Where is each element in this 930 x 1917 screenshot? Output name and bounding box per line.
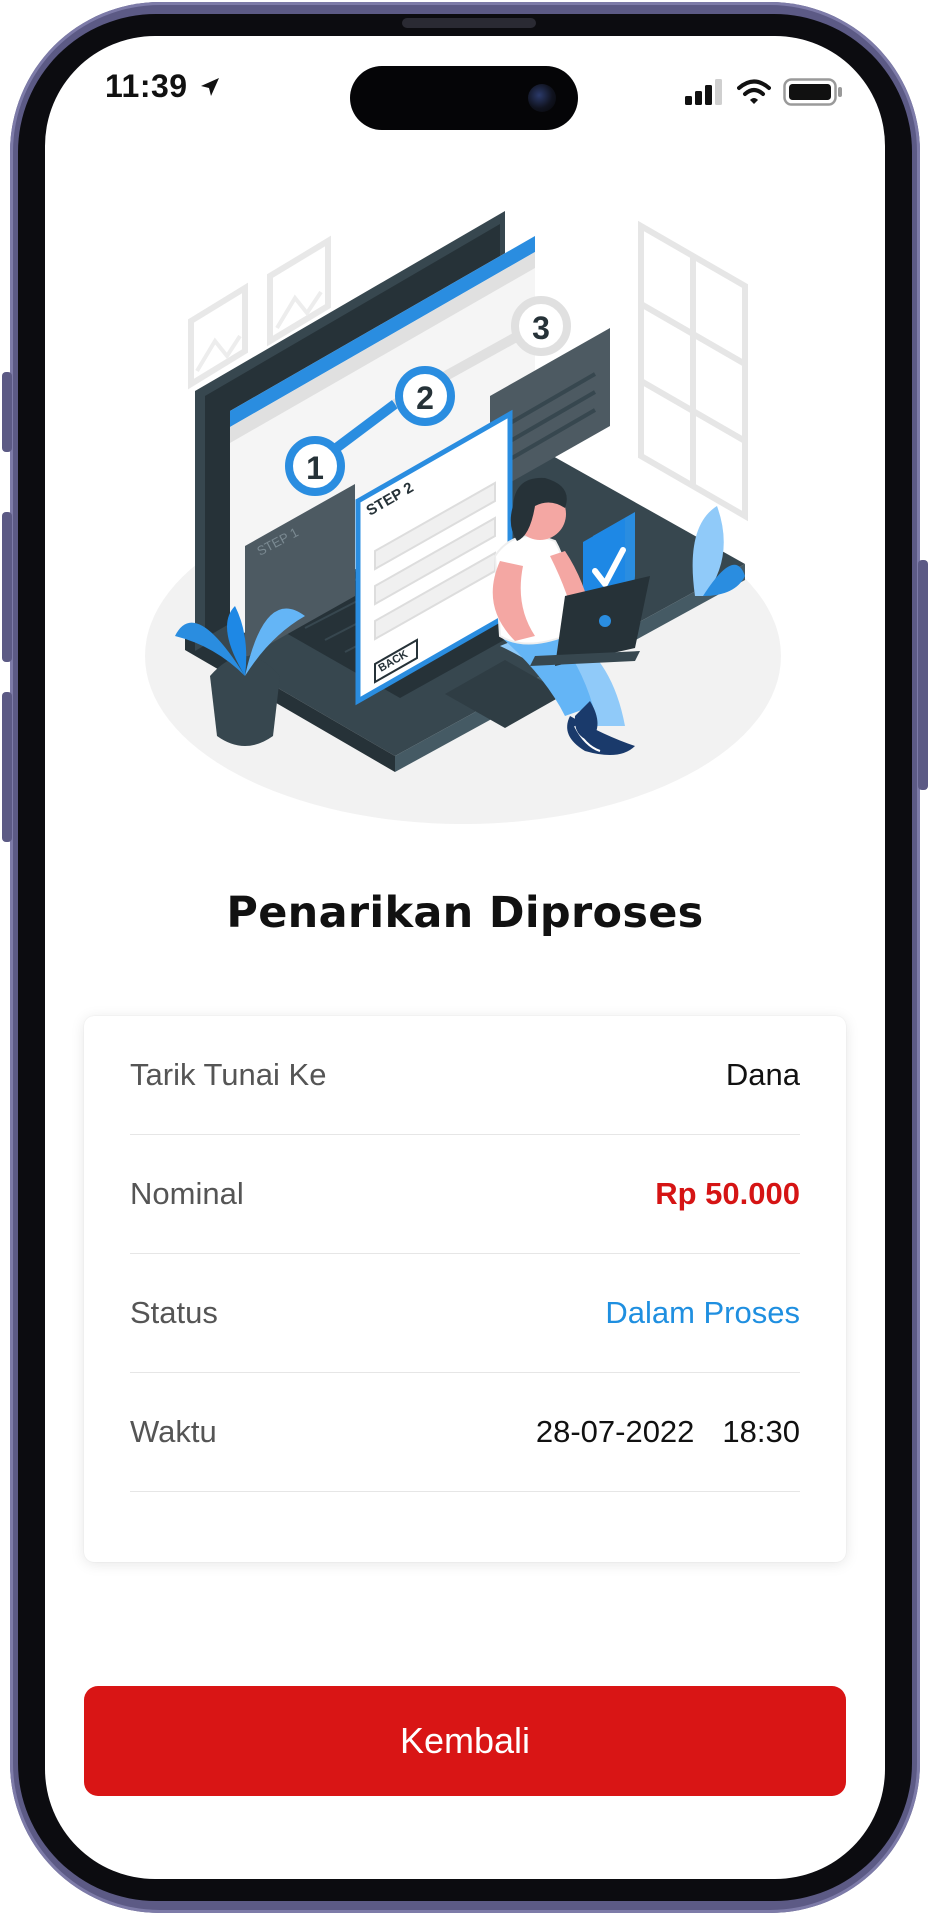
time-label: Waktu [130, 1414, 217, 1449]
side-button-volume-down [2, 692, 12, 842]
detail-row-nominal: Nominal Rp 50.000 [130, 1135, 800, 1254]
nominal-label: Nominal [130, 1176, 244, 1211]
side-button-power [918, 560, 928, 790]
svg-text:2: 2 [416, 380, 434, 416]
detail-row-status: Status Dalam Proses [130, 1254, 800, 1373]
withdrawal-process-illustration: 1 2 3 STEP 1 STEP 2 BACK [145, 211, 781, 824]
phone-mockup: 11:39 1 2 3 STEP 1 STEP 2 BACK Penarikan… [0, 0, 930, 1917]
status-label: Status [130, 1295, 218, 1330]
status-value: Dalam Proses [605, 1295, 800, 1330]
side-button-volume-up [2, 512, 12, 662]
step-2-marker: 2 [395, 366, 455, 426]
detail-row-destination: Tarik Tunai Ke Dana [130, 1016, 800, 1135]
page-title: Penarikan Diproses [226, 888, 704, 938]
detail-row-time: Waktu 28-07-2022 18:30 [130, 1373, 800, 1492]
screen: 11:39 1 2 3 STEP 1 STEP 2 BACK Penarikan… [45, 36, 885, 1879]
withdrawal-details-card: Tarik Tunai Ke Dana Nominal Rp 50.000 St… [84, 1016, 846, 1562]
step-1-marker: 1 [285, 436, 345, 496]
speaker-grille [402, 18, 536, 28]
back-button[interactable]: Kembali [84, 1686, 846, 1796]
svg-text:3: 3 [532, 310, 550, 346]
nominal-value: Rp 50.000 [655, 1176, 800, 1211]
clock-value: 18:30 [722, 1414, 800, 1449]
date-value: 28-07-2022 [535, 1414, 695, 1449]
destination-label: Tarik Tunai Ke [130, 1057, 327, 1092]
svg-text:1: 1 [306, 450, 324, 486]
side-button-action [2, 372, 12, 452]
step-3-marker: 3 [511, 296, 571, 356]
destination-value: Dana [725, 1057, 800, 1092]
plant-right [692, 506, 745, 596]
time-value: 28-07-2022 18:30 [536, 1414, 800, 1450]
window-illustration [638, 220, 748, 522]
